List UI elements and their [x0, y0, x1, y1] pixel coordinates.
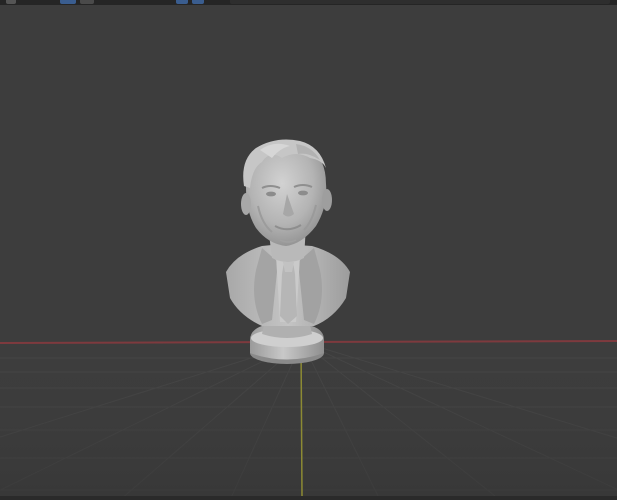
shading-material-icon[interactable]: [192, 0, 204, 4]
bust-sculpture-icon[interactable]: [226, 139, 350, 364]
viewport-canvas[interactable]: [0, 5, 617, 496]
viewport-bottom-border: [0, 496, 617, 500]
shading-solid-icon[interactable]: [176, 0, 188, 4]
3d-viewport[interactable]: [0, 5, 617, 496]
object-mode-icon[interactable]: [80, 0, 94, 4]
menu-icon[interactable]: [6, 0, 16, 4]
y-axis-line: [300, 341, 303, 496]
overlay-icon[interactable]: [230, 0, 610, 4]
blender-window: [0, 0, 617, 500]
view-mode-icon[interactable]: [60, 0, 76, 4]
